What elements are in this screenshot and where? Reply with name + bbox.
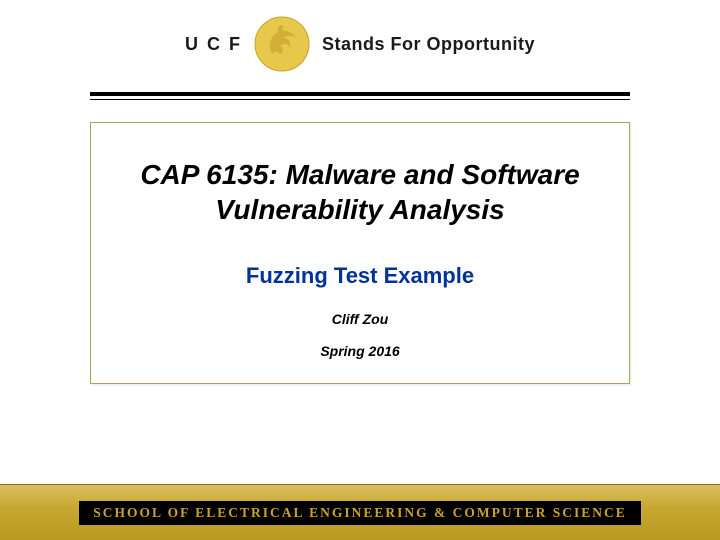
org-abbr: U C F xyxy=(185,34,242,55)
pegasus-icon xyxy=(254,16,310,72)
course-title: CAP 6135: Malware and Software Vulnerabi… xyxy=(111,157,609,227)
slide-header: U C F Stands For Opportunity xyxy=(0,0,720,80)
course-title-line2: Vulnerability Analysis xyxy=(215,194,504,225)
title-box: CAP 6135: Malware and Software Vulnerabi… xyxy=(90,122,630,384)
divider-thick xyxy=(90,92,630,96)
divider-thin xyxy=(90,99,630,100)
term-label: Spring 2016 xyxy=(111,343,609,359)
course-title-line1: CAP 6135: Malware and Software xyxy=(140,159,579,190)
tagline: Stands For Opportunity xyxy=(322,34,535,55)
school-name: SCHOOL OF ELECTRICAL ENGINEERING & COMPU… xyxy=(79,501,641,525)
slide-subtitle: Fuzzing Test Example xyxy=(111,263,609,289)
slide-footer: SCHOOL OF ELECTRICAL ENGINEERING & COMPU… xyxy=(0,484,720,540)
author-name: Cliff Zou xyxy=(111,311,609,327)
